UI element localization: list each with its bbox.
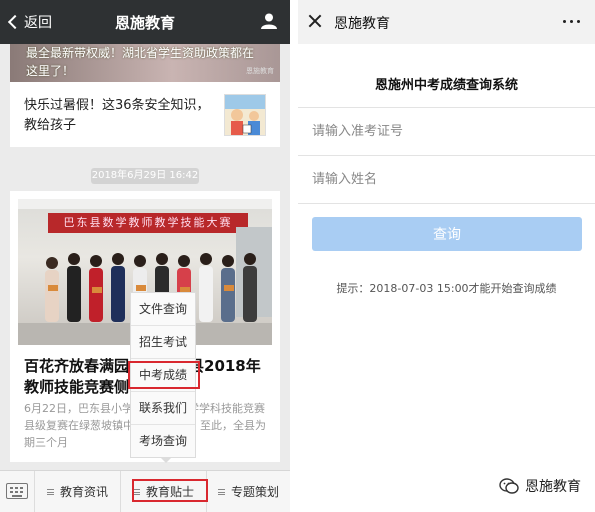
name-input[interactable]	[312, 166, 582, 192]
name-field	[298, 155, 595, 203]
left-screen: 返回 恩施教育 最全最新带权威！湖北省学生资助政策都在这里了！ 恩施教育 快乐过…	[0, 0, 290, 512]
tab-special-topics[interactable]: 专题策划	[206, 471, 290, 512]
webview-title: 恩施教育	[334, 16, 390, 32]
more-icon[interactable]	[563, 20, 581, 24]
keyboard-icon[interactable]	[6, 483, 28, 499]
menu-item-contact-us[interactable]: 联系我们	[131, 392, 195, 425]
tab-education-news[interactable]: 教育资讯	[34, 471, 120, 512]
divider	[290, 0, 298, 512]
watermark: 恩施教育	[499, 476, 581, 496]
page-title: 恩施州中考成绩查询系统	[374, 78, 518, 93]
highlight-box-exam-scores	[128, 361, 200, 389]
wechat-icon	[499, 478, 519, 494]
tab-label: 专题策划	[230, 485, 279, 499]
article-thumbnail	[224, 94, 266, 136]
message-timestamp: 2018年6月29日 16:42	[91, 168, 199, 184]
person-icon[interactable]	[260, 12, 278, 30]
article-card-safety[interactable]: 最全最新带权威！湖北省学生资助政策都在这里了！ 恩施教育 快乐过暑假！这36条安…	[10, 44, 280, 147]
exam-number-input[interactable]	[312, 118, 582, 144]
query-button[interactable]: 查询	[312, 217, 582, 251]
tab-label: 教育资讯	[59, 485, 108, 499]
article-banner-image: 最全最新带权威！湖北省学生资助政策都在这里了！ 恩施教育	[10, 44, 280, 82]
banner-watermark: 恩施教育	[246, 67, 274, 75]
banner-text: 最全最新带权威！湖北省学生资助政策都在这里了！	[26, 46, 255, 78]
exam-number-field	[298, 107, 595, 155]
menu-item-admission-exam[interactable]: 招生考试	[131, 326, 195, 359]
field-divider	[298, 203, 595, 204]
article-title: 快乐过暑假！这36条安全知识，教给孩子	[24, 98, 210, 133]
highlight-box-education-tips	[132, 479, 208, 502]
menu-item-file-query[interactable]: 文件查询	[131, 293, 195, 326]
menu-item-exam-room-query[interactable]: 考场查询	[131, 425, 195, 458]
webview-header: 恩施教育	[298, 0, 595, 44]
top-nav-bar: 返回 恩施教育	[0, 0, 290, 44]
popup-pointer	[160, 457, 172, 463]
right-screen: 恩施教育 恩施州中考成绩查询系统 查询 提示：2018-07-03 15:00才…	[298, 0, 595, 512]
watermark-text: 恩施教育	[525, 479, 581, 495]
menu-icon	[217, 488, 225, 495]
menu-icon	[46, 488, 54, 495]
close-icon[interactable]	[308, 14, 322, 28]
hint-text: 提示：2018-07-03 15:00才能开始查询成绩	[336, 282, 557, 295]
account-title: 恩施教育	[114, 14, 175, 32]
